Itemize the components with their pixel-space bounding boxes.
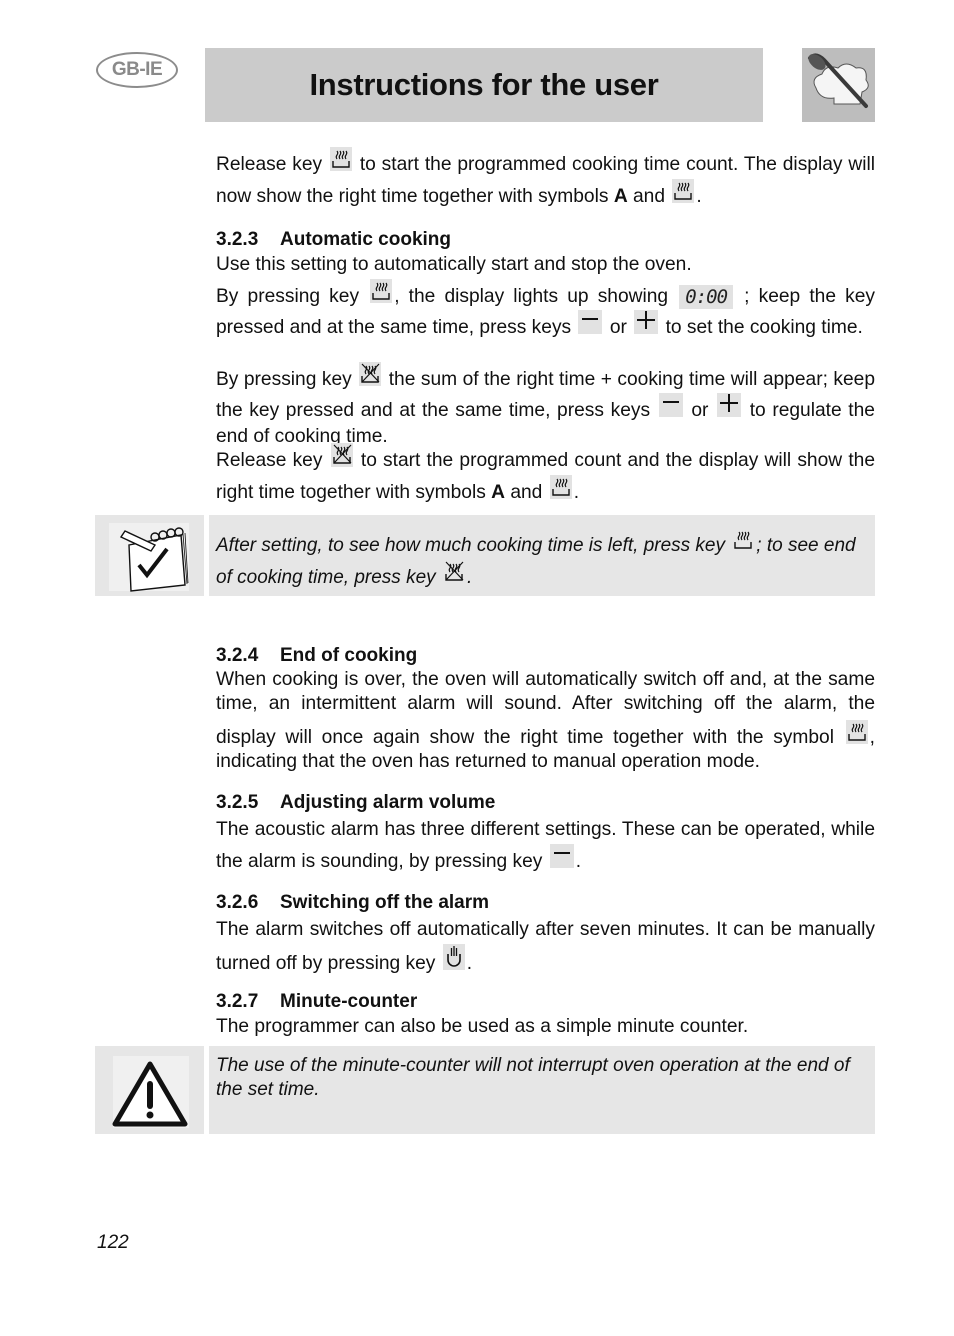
automatic-cooking-step-1: By pressing key , the display lights up … [216, 279, 875, 341]
section-number: 3.2.5 [216, 792, 259, 813]
text: . [573, 482, 580, 503]
intro-paragraph: Release key to start the programmed cook… [216, 147, 875, 211]
text: . [575, 851, 582, 872]
cooking-key-icon [329, 147, 352, 171]
warning-triangle-icon [112, 1056, 189, 1128]
end-of-cooking-text: When cooking is over, the oven will auto… [216, 668, 875, 774]
end-cooking-key-icon [443, 560, 465, 584]
text: Release key [216, 154, 323, 175]
plus-key-icon [717, 393, 742, 417]
text: Release key [216, 450, 323, 471]
text: By pressing key [216, 286, 360, 307]
cooking-key-icon [845, 720, 868, 744]
note-text: After setting, to see how much cooking t… [216, 528, 870, 592]
alarm-volume-text: The acoustic alarm has three different s… [216, 815, 875, 876]
section-heading-3-2-6: 3.2.6 Switching off the alarm [216, 892, 489, 914]
text: to set the cooking time. [665, 317, 863, 338]
section-title: Minute-counter [280, 991, 418, 1012]
section-heading-3-2-7: 3.2.7 Minute-counter [216, 991, 417, 1013]
text: . [466, 953, 473, 974]
cooking-key-icon [672, 179, 695, 203]
text: and [510, 482, 543, 503]
section-title: Switching off the alarm [280, 892, 490, 913]
note-icon-box [95, 515, 204, 596]
hand-key-icon [442, 944, 465, 970]
section-title: Adjusting alarm volume [280, 792, 496, 813]
automatic-cooking-step-3: Release key to start the programmed coun… [216, 443, 875, 507]
text: and [633, 186, 666, 207]
switch-off-alarm-text: The alarm switches off automatically aft… [216, 915, 875, 978]
notepad-check-icon [109, 523, 189, 592]
text: The acoustic alarm has three different s… [216, 819, 875, 872]
warning-text: The use of the minute-counter will not i… [216, 1055, 850, 1100]
region-badge: GB-IE [96, 52, 178, 88]
end-cooking-key-icon [359, 362, 382, 386]
page-title: Instructions for the user [309, 67, 659, 102]
warning-icon-box [95, 1046, 204, 1134]
page-number: 122 [97, 1232, 129, 1253]
section-heading-3-2-4: 3.2.4 End of cooking [216, 645, 417, 667]
minus-key-icon [578, 310, 603, 334]
text: By pressing key [216, 369, 352, 390]
plus-key-icon [634, 310, 659, 334]
section-number: 3.2.4 [216, 645, 259, 666]
cooking-key-icon [370, 279, 393, 303]
text: or [691, 400, 709, 421]
section-heading-3-2-3: 3.2.3 Automatic cooking [216, 229, 451, 251]
end-cooking-key-icon [330, 443, 353, 467]
text: . [466, 567, 473, 588]
cooking-key-icon [732, 528, 754, 552]
symbol-a: A [613, 186, 628, 207]
text: When cooking is over, the oven will auto… [216, 669, 875, 748]
section-heading-3-2-5: 3.2.5 Adjusting alarm volume [216, 792, 495, 814]
text: The alarm switches off automatically aft… [216, 919, 875, 974]
title-bar: Instructions for the user [205, 48, 763, 122]
minute-counter-text: The programmer can also be used as a sim… [216, 1016, 749, 1037]
section-title: End of cooking [280, 645, 418, 666]
section-title: Automatic cooking [280, 229, 452, 250]
automatic-cooking-intro: Use this setting to automatically start … [216, 254, 692, 275]
text: After setting, to see how much cooking t… [216, 535, 726, 556]
text: or [609, 317, 627, 338]
text: . [696, 186, 702, 207]
section-number: 3.2.3 [216, 229, 259, 250]
minus-key-icon [658, 393, 683, 417]
section-number: 3.2.6 [216, 892, 259, 913]
section-number: 3.2.7 [216, 991, 259, 1012]
text: , the display lights up showing [394, 286, 669, 307]
chef-hat-spoon-icon [802, 48, 875, 122]
cooking-key-icon [549, 475, 572, 499]
automatic-cooking-step-2: By pressing key the sum of the right tim… [216, 362, 875, 450]
minus-key-icon [549, 844, 574, 868]
display-readout: 0:00 [679, 285, 734, 309]
display-value: 0:00 [685, 286, 728, 308]
symbol-a: A [491, 482, 505, 503]
